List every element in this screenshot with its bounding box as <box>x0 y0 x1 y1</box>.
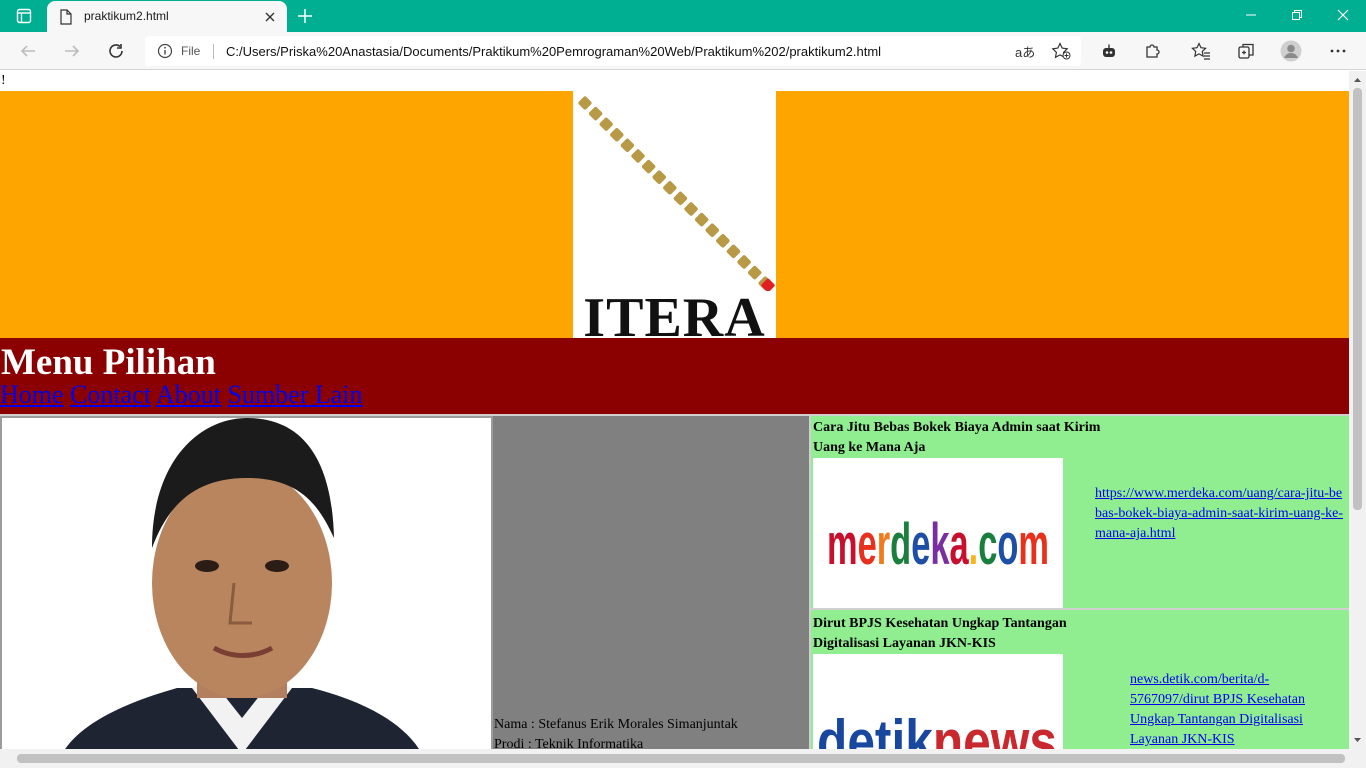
minimize-icon <box>1246 14 1256 16</box>
add-favorite-icon[interactable] <box>1051 42 1071 60</box>
menu-section: Menu Pilihan Home Contact About Sumber L… <box>0 338 1349 414</box>
profile-text: Nama : Stefanus Erik Morales Simanjuntak… <box>494 715 738 749</box>
itera-logo-mark <box>578 96 775 292</box>
horizontal-scrollbar[interactable] <box>0 749 1366 768</box>
vertical-scroll-thumb[interactable] <box>1353 88 1362 510</box>
collections-icon <box>1238 43 1254 59</box>
navigation-bar: File C:/Users/Priska%20Anastasia/Documen… <box>0 32 1366 70</box>
news-item: Cara Jitu Bebas Bokek Biaya Admin saat K… <box>811 416 1349 610</box>
news-link-detik[interactable]: news.detik.com/berita/d-5767097/dirut BP… <box>1130 670 1330 749</box>
profile-name: Nama : Stefanus Erik Morales Simanjuntak <box>494 717 738 732</box>
menu-title: Menu Pilihan <box>1 342 216 383</box>
address-separator <box>213 44 214 59</box>
forward-button[interactable] <box>61 40 83 62</box>
settings-more-button[interactable] <box>1327 40 1349 62</box>
close-window-button[interactable] <box>1320 0 1366 30</box>
profile-prodi: Prodi : Teknik Informatika <box>494 737 644 749</box>
tab-praktikum2[interactable]: praktikum2.html <box>47 1 287 32</box>
back-button[interactable] <box>17 40 39 62</box>
back-arrow-icon <box>20 45 35 57</box>
info-icon[interactable] <box>157 43 173 59</box>
profile-info: Nama : Stefanus Erik Morales Simanjuntak… <box>493 416 809 749</box>
puzzle-icon <box>1146 44 1160 58</box>
news-title: Dirut BPJS Kesehatan Ungkap Tantangan Di… <box>813 616 1067 651</box>
menu-link-sumber-lain[interactable]: Sumber Lain <box>228 380 363 409</box>
svg-text:detiknews: detiknews <box>817 708 1057 749</box>
profile-photo <box>0 416 493 749</box>
tab-actions-button[interactable] <box>8 4 40 28</box>
collections-button[interactable] <box>1235 40 1257 62</box>
address-scheme-label: File <box>181 44 201 58</box>
plus-icon <box>298 9 312 23</box>
favorites-button[interactable] <box>1190 40 1212 62</box>
forward-arrow-icon <box>65 45 80 57</box>
news-title: Cara Jitu Bebas Bokek Biaya Admin saat K… <box>813 420 1101 455</box>
tab-title: praktikum2.html <box>84 9 169 23</box>
news-column: Cara Jitu Bebas Bokek Biaya Admin saat K… <box>809 416 1349 749</box>
itera-logo: ITERA <box>573 91 776 338</box>
refresh-button[interactable] <box>105 40 127 62</box>
copilot-button[interactable] <box>1098 40 1120 62</box>
robot-icon <box>1103 44 1115 57</box>
menu-links: Home Contact About Sumber Lain <box>0 380 363 410</box>
refresh-icon <box>109 44 123 58</box>
more-dots-icon <box>1330 49 1346 53</box>
vertical-scrollbar[interactable] <box>1349 71 1366 749</box>
new-tab-button[interactable] <box>292 4 318 28</box>
url-text[interactable]: C:/Users/Priska%20Anastasia/Documents/Pr… <box>226 44 881 59</box>
stray-text: ! <box>1 73 6 88</box>
itera-logo-text: ITERA <box>583 287 766 338</box>
tab-actions-icon <box>16 8 32 24</box>
address-bar[interactable]: File C:/Users/Priska%20Anastasia/Documen… <box>145 36 1081 66</box>
close-window-icon <box>1337 9 1349 21</box>
scroll-down-icon[interactable] <box>1349 733 1366 747</box>
person-portrait <box>2 418 491 749</box>
merdeka-logo: merdeka.com <box>813 458 1063 608</box>
detiknews-logo: detiknews <box>813 654 1063 749</box>
restore-button[interactable] <box>1274 0 1320 30</box>
news-link-merdeka[interactable]: https://www.merdeka.com/uang/cara-jitu-b… <box>1095 484 1349 544</box>
minimize-button[interactable] <box>1228 0 1274 30</box>
avatar-icon <box>1280 40 1302 62</box>
extensions-button[interactable] <box>1142 40 1164 62</box>
tab-strip: praktikum2.html <box>0 0 1366 32</box>
news-item: Dirut BPJS Kesehatan Ungkap Tantangan Di… <box>811 612 1349 749</box>
menu-link-home[interactable]: Home <box>0 380 64 409</box>
close-tab-icon[interactable] <box>263 10 277 24</box>
menu-link-contact[interactable]: Contact <box>70 380 151 409</box>
menu-link-about[interactable]: About <box>156 380 221 409</box>
merdeka-logo-text: merdeka.com <box>827 512 1049 577</box>
horizontal-scroll-thumb[interactable] <box>17 754 1345 763</box>
read-aloud-icon[interactable]: aあ <box>1015 42 1035 61</box>
content-row: Nama : Stefanus Erik Morales Simanjuntak… <box>0 414 1349 749</box>
favorites-list-icon <box>1191 42 1210 60</box>
page-header: ITERA <box>0 91 1349 338</box>
detik-logo-text: detik <box>817 708 933 749</box>
profile-button[interactable] <box>1280 40 1302 62</box>
news-logo-text: news <box>933 708 1057 749</box>
page-viewport: ! ITERA Menu Pilihan Home Contact About … <box>0 71 1349 749</box>
restore-icon <box>1292 10 1302 20</box>
scroll-up-icon[interactable] <box>1349 73 1366 87</box>
file-icon <box>60 9 72 25</box>
